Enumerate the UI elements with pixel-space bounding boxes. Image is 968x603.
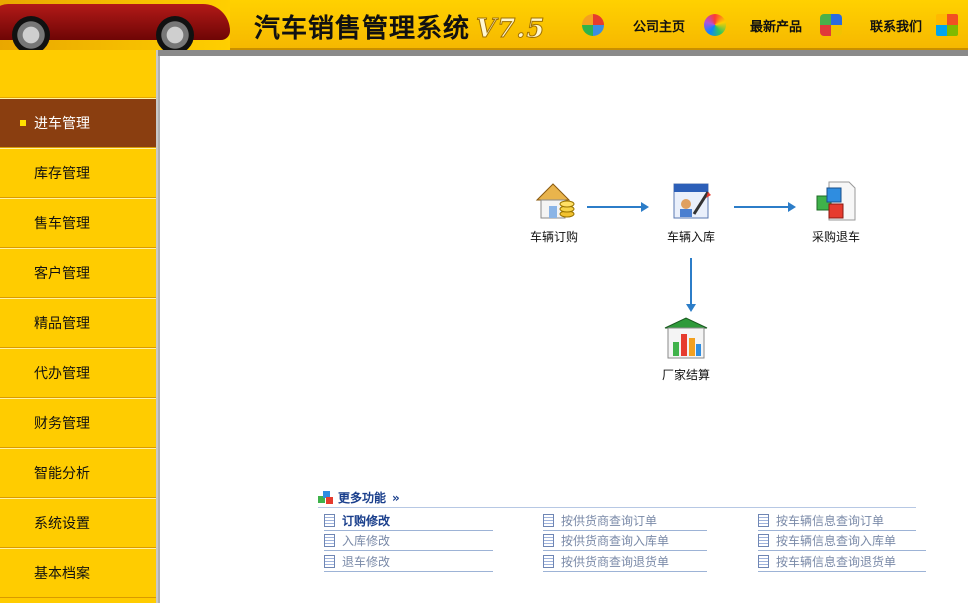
sidebar-item-inventory[interactable]: 库存管理 [0, 148, 156, 198]
sidebar-top-spacer [0, 50, 156, 98]
sidebar-item-label: 智能分析 [34, 466, 90, 482]
flow-arrow [587, 202, 649, 212]
color-wheel-icon[interactable] [704, 14, 726, 36]
flow-arrow [734, 202, 796, 212]
link-label: 入库修改 [342, 534, 391, 548]
link-vehicle-query-return[interactable]: 按车辆信息查询退货单 [758, 552, 926, 572]
sidebar-item-agency[interactable]: 代办管理 [0, 348, 156, 398]
sidebar-item-customers[interactable]: 客户管理 [0, 248, 156, 298]
link-label: 按车辆信息查询订单 [776, 514, 885, 528]
sidebar-item-settings[interactable]: 系统设置 [0, 498, 156, 548]
sidebar-item-label: 系统设置 [34, 516, 90, 532]
document-icon [543, 555, 554, 568]
document-icon [324, 514, 335, 527]
sidebar-item-basic-archive[interactable]: 基本档案 [0, 548, 156, 598]
flow-node-label: 车辆入库 [666, 230, 715, 244]
app-version: V7.5 [476, 14, 546, 45]
document-icon [758, 555, 769, 568]
house-coins-icon [531, 178, 577, 224]
link-label: 订购修改 [342, 514, 391, 528]
nav-contact-link[interactable]: 联系我们 [870, 16, 922, 35]
flow-node-order[interactable]: 车辆订购 [519, 178, 589, 245]
link-supplier-query-return[interactable]: 按供货商查询退货单 [543, 552, 707, 572]
flow-node-settlement[interactable]: 厂家结算 [651, 316, 721, 383]
warehouse-entry-icon [668, 178, 714, 224]
divider [318, 507, 916, 508]
logo-decoration [236, 0, 276, 8]
app-header: 汽车销售管理系统 V7.5 公司主页 最新产品 联系我们 [0, 0, 968, 50]
link-label: 按车辆信息查询入库单 [776, 534, 897, 548]
link-label: 按供货商查询退货单 [561, 555, 670, 569]
link-stock-in-modify[interactable]: 入库修改 [324, 531, 493, 551]
sidebar-item-finance[interactable]: 财务管理 [0, 398, 156, 448]
bar-chart-building-icon [663, 316, 709, 362]
app-title: 汽车销售管理系统 V7.5 [254, 8, 545, 45]
sidebar-item-label: 库存管理 [34, 166, 90, 182]
document-icon [758, 514, 769, 527]
document-icon [758, 534, 769, 547]
windows-logo-icon [936, 14, 958, 36]
car-banner-image [0, 0, 230, 50]
link-return-modify[interactable]: 退车修改 [324, 552, 493, 572]
flow-arrow [686, 258, 696, 312]
app-title-text: 汽车销售管理系统 [254, 14, 471, 44]
link-label: 按车辆信息查询退货单 [776, 555, 897, 569]
nav-products-link[interactable]: 最新产品 [750, 16, 802, 35]
sidebar-item-label: 进车管理 [34, 116, 90, 132]
link-label: 按供货商查询订单 [561, 514, 658, 528]
document-icon [324, 555, 335, 568]
sidebar-item-label: 基本档案 [34, 566, 90, 582]
flow-node-return[interactable]: 采购退车 [801, 178, 871, 245]
sidebar-item-label: 代办管理 [34, 366, 90, 382]
link-supplier-query-order[interactable]: 按供货商查询订单 [543, 511, 707, 531]
document-icon [543, 534, 554, 547]
double-chevron-right-icon: » [392, 490, 400, 505]
cubes-document-icon [813, 178, 859, 224]
pinwheel-icon[interactable] [820, 14, 842, 36]
sidebar-item-label: 财务管理 [34, 416, 90, 432]
sidebar-item-incoming-cars[interactable]: 进车管理 [0, 98, 156, 148]
link-vehicle-query-order[interactable]: 按车辆信息查询订单 [758, 511, 916, 531]
link-vehicle-query-stock-in[interactable]: 按车辆信息查询入库单 [758, 531, 926, 551]
more-functions-title: 更多功能 [338, 491, 387, 505]
link-supplier-query-stock-in[interactable]: 按供货商查询入库单 [543, 531, 707, 551]
sidebar-item-label: 售车管理 [34, 216, 90, 232]
flow-node-label: 厂家结算 [661, 368, 710, 382]
document-icon [324, 534, 335, 547]
flow-node-label: 车辆订购 [529, 230, 578, 244]
link-order-modify[interactable]: 订购修改 [324, 511, 493, 531]
more-functions-header: 更多功能 » [318, 489, 400, 506]
link-label: 按供货商查询入库单 [561, 534, 670, 548]
blocks-icon [318, 490, 334, 505]
sidebar-item-label: 精品管理 [34, 316, 90, 332]
pie-chart-icon[interactable] [582, 14, 604, 36]
sidebar: 进车管理 库存管理 售车管理 客户管理 精品管理 代办管理 财务管理 智能分析 … [0, 50, 158, 603]
link-label: 退车修改 [342, 555, 391, 569]
sidebar-item-label: 客户管理 [34, 266, 90, 282]
sidebar-item-accessories[interactable]: 精品管理 [0, 298, 156, 348]
nav-home-link[interactable]: 公司主页 [633, 16, 685, 35]
document-icon [543, 514, 554, 527]
flow-node-label: 采购退车 [811, 230, 860, 244]
sidebar-item-analysis[interactable]: 智能分析 [0, 448, 156, 498]
sidebar-item-sales[interactable]: 售车管理 [0, 198, 156, 248]
flow-node-stock-in[interactable]: 车辆入库 [656, 178, 726, 245]
